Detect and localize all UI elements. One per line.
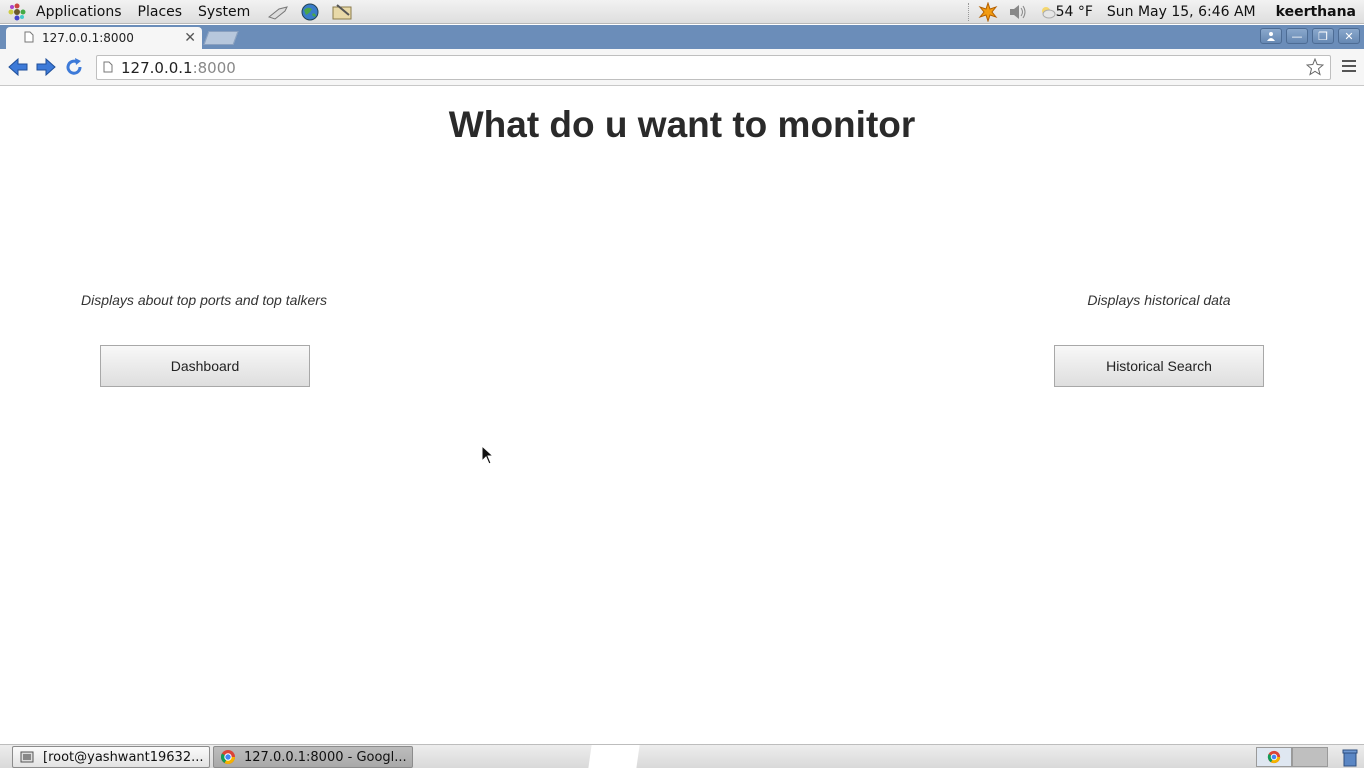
dashboard-button[interactable]: Dashboard [100,345,310,387]
applications-menu[interactable]: Applications [28,0,130,24]
text-editor-icon[interactable] [330,1,354,23]
tab-strip: 127.0.0.1:8000 ✕ — ❐ ✕ [0,25,1364,49]
dashboard-description: Displays about top ports and top talkers [81,292,327,308]
workspace-2[interactable] [1292,747,1328,767]
chrome-menu-icon[interactable] [1342,60,1356,75]
chrome-icon [220,749,236,765]
update-notifier-icon[interactable] [976,1,1000,23]
weather-indicator[interactable]: 54 °F [1040,4,1093,20]
taskbar-item-label: 127.0.0.1:8000 - Googl... [244,749,407,765]
bottom-taskbar: [root@yashwant19632... 127.0.0.1:8000 - … [0,744,1364,768]
web-page: What do u want to monitor Displays about… [0,86,1364,744]
tray-separator [967,3,970,21]
temperature-label: 54 °F [1055,4,1093,20]
workspace-1[interactable] [1256,747,1292,767]
back-arrow-icon[interactable] [7,57,29,77]
close-tab-icon[interactable]: ✕ [184,30,196,46]
bookmark-star-icon[interactable] [1305,57,1325,80]
url-port: :8000 [192,58,236,77]
taskbar-item-terminal[interactable]: [root@yashwant19632... [12,746,210,768]
tab-title: 127.0.0.1:8000 [42,31,134,45]
browser-toolbar: 127.0.0.1:8000 [0,49,1364,86]
chrome-icon [1267,750,1281,764]
tab-localhost[interactable]: 127.0.0.1:8000 ✕ [6,27,202,49]
restore-button[interactable]: ❐ [1312,28,1334,44]
clock[interactable]: Sun May 15, 6:46 AM [1107,4,1256,20]
weather-cloud-icon [1041,7,1056,19]
taskbar-item-label: [root@yashwant19632... [43,749,204,765]
user-menu[interactable]: keerthana [1276,4,1356,20]
forward-arrow-icon[interactable] [35,57,57,77]
close-window-button[interactable]: ✕ [1338,28,1360,44]
web-browser-icon[interactable] [298,1,322,23]
workspace-switcher[interactable] [1256,747,1328,767]
terminal-icon [19,749,35,765]
profile-icon[interactable] [1260,28,1282,44]
reload-icon[interactable] [63,57,85,77]
historical-search-button[interactable]: Historical Search [1054,345,1264,387]
url-host: 127.0.0.1 [121,58,193,77]
new-tab-button[interactable] [203,31,239,45]
top-panel: Applications Places System 54 °F Sun May… [0,0,1364,24]
page-icon [24,31,34,46]
network-tool-icon[interactable] [266,1,290,23]
address-bar[interactable]: 127.0.0.1:8000 [96,55,1331,80]
system-menu[interactable]: System [190,0,258,24]
volume-icon[interactable] [1006,1,1030,23]
taskbar-gap [588,745,640,768]
page-icon [103,59,113,77]
mouse-cursor-icon [481,444,495,469]
trash-icon[interactable] [1340,747,1360,771]
historical-description: Displays historical data [1087,292,1231,308]
taskbar-item-chrome[interactable]: 127.0.0.1:8000 - Googl... [213,746,413,768]
page-title: What do u want to monitor [448,104,916,145]
gnome-foot-icon[interactable] [6,1,28,23]
places-menu[interactable]: Places [130,0,191,24]
minimize-button[interactable]: — [1286,28,1308,44]
